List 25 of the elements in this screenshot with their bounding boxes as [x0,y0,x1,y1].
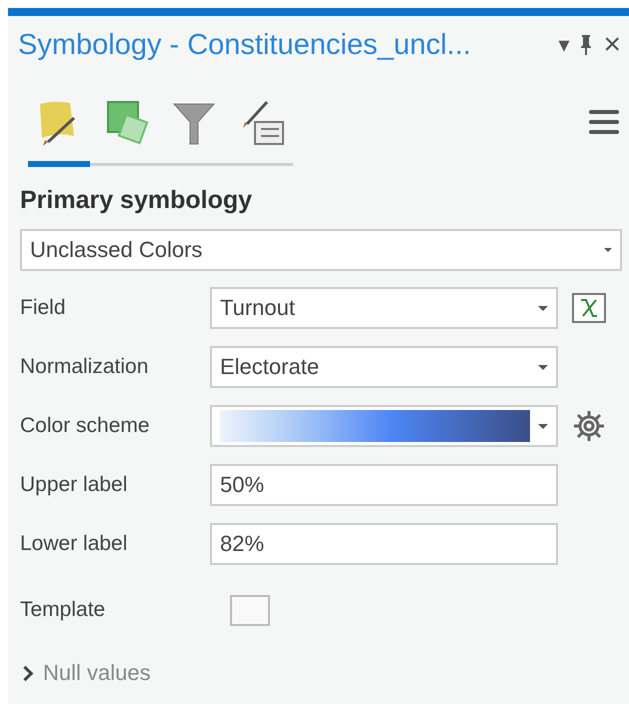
caret-icon [538,424,548,428]
caret-icon [604,248,612,252]
section-heading: Primary symbology [20,186,254,215]
renderer-dropdown[interactable]: Unclassed Colors [20,229,622,271]
field-label: Template [20,598,106,622]
pin-icon[interactable] [579,34,594,56]
close-button[interactable]: × [603,30,621,60]
window-title: Symbology - Constituencies_uncl... [18,28,472,62]
checkbox[interactable] [230,594,270,626]
input-field[interactable]: 50% [210,464,558,506]
settings-icon[interactable] [572,409,606,443]
dropdown-field[interactable]: Electorate [210,346,558,388]
field-label: Upper label [20,473,128,497]
input-field[interactable]: 82% [210,523,558,565]
caret-icon [538,306,548,310]
dropdown-field[interactable]: Turnout [210,287,558,329]
caret-icon [538,364,548,370]
field-label: Field [20,296,67,320]
color-scheme-dropdown[interactable] [210,405,558,447]
field-label: Lower label [20,532,128,556]
options-button[interactable]: ▾ [558,32,570,58]
menu-icon[interactable] [589,109,619,135]
expression-icon[interactable] [572,293,606,323]
field-label: Color scheme [20,414,151,438]
field-label: Normalization [20,355,150,379]
